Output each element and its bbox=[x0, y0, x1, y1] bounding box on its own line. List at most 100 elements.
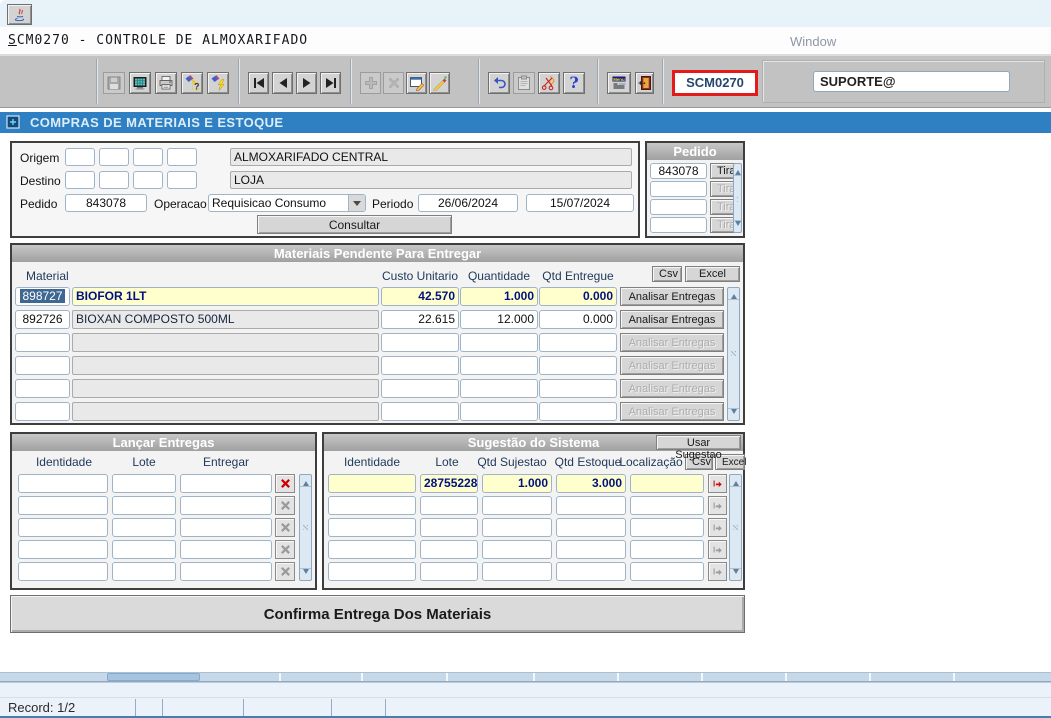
lancar-entregar[interactable] bbox=[180, 474, 272, 493]
material-code[interactable] bbox=[15, 402, 70, 421]
lancar-identidade[interactable] bbox=[18, 540, 108, 559]
materials-excel-button[interactable]: Excel bbox=[685, 266, 740, 282]
sugestao-identidade[interactable] bbox=[328, 540, 416, 559]
origem-field-1[interactable] bbox=[65, 148, 95, 166]
origem-field-3[interactable] bbox=[133, 148, 163, 166]
material-quantidade[interactable] bbox=[460, 379, 538, 398]
pedido-scrollbar[interactable] bbox=[733, 163, 742, 233]
sugestao-identidade[interactable] bbox=[328, 496, 416, 515]
execute-query-icon[interactable] bbox=[207, 72, 229, 94]
user-field[interactable]: SUPORTE@ bbox=[813, 71, 1010, 92]
analisar-entregas-button[interactable]: Analisar Entregas bbox=[620, 310, 724, 329]
sugestao-identidade[interactable] bbox=[328, 474, 416, 493]
lancar-lote[interactable] bbox=[112, 518, 176, 537]
origem-field-2[interactable] bbox=[99, 148, 129, 166]
sugestao-localizacao[interactable] bbox=[630, 496, 704, 515]
analisar-entregas-button[interactable]: Analisar Entregas bbox=[620, 287, 724, 306]
material-entregue[interactable] bbox=[539, 379, 617, 398]
sugestao-lote[interactable]: 28755228 bbox=[420, 474, 478, 493]
material-code[interactable]: 892726 bbox=[15, 310, 70, 329]
sugestao-qtd-estoque[interactable]: 3.000 bbox=[556, 474, 626, 493]
destino-field-2[interactable] bbox=[99, 171, 129, 189]
material-quantidade[interactable]: 12.000 bbox=[460, 310, 538, 329]
lancar-lote[interactable] bbox=[112, 474, 176, 493]
sugestao-localizacao[interactable] bbox=[630, 474, 704, 493]
lancar-identidade[interactable] bbox=[18, 562, 108, 581]
lancar-identidade[interactable] bbox=[18, 496, 108, 515]
lancar-identidade[interactable] bbox=[18, 474, 108, 493]
material-custo[interactable] bbox=[381, 333, 459, 352]
material-code[interactable] bbox=[15, 356, 70, 375]
cut-record-icon[interactable] bbox=[538, 72, 560, 94]
enter-query-icon[interactable]: ? bbox=[181, 72, 203, 94]
undo-icon[interactable] bbox=[488, 72, 510, 94]
sugestao-identidade[interactable] bbox=[328, 562, 416, 581]
lancar-scrollbar[interactable] bbox=[299, 474, 312, 581]
sugestao-identidade[interactable] bbox=[328, 518, 416, 537]
periodo-start-input[interactable]: 26/06/2024 bbox=[418, 194, 518, 212]
lancar-lote[interactable] bbox=[112, 496, 176, 515]
previous-record-icon[interactable] bbox=[272, 72, 293, 94]
material-quantidade[interactable] bbox=[460, 402, 538, 421]
first-record-icon[interactable] bbox=[248, 72, 269, 94]
sugestao-qtd-estoque[interactable] bbox=[556, 518, 626, 537]
exit-icon[interactable] bbox=[635, 72, 654, 94]
material-entregue[interactable] bbox=[539, 356, 617, 375]
material-quantidade[interactable] bbox=[460, 333, 538, 352]
lancar-lote[interactable] bbox=[112, 562, 176, 581]
material-entregue[interactable] bbox=[539, 402, 617, 421]
material-custo[interactable] bbox=[381, 402, 459, 421]
sugestao-lote[interactable] bbox=[420, 518, 478, 537]
apply-row-button[interactable] bbox=[708, 474, 727, 493]
print-icon[interactable] bbox=[155, 72, 177, 94]
material-custo[interactable] bbox=[381, 356, 459, 375]
material-entregue[interactable] bbox=[539, 333, 617, 352]
next-record-icon[interactable] bbox=[296, 72, 317, 94]
menu-icon[interactable]: Menu bbox=[607, 72, 631, 94]
sugestao-lote[interactable] bbox=[420, 562, 478, 581]
sugestao-lote[interactable] bbox=[420, 496, 478, 515]
periodo-end-input[interactable]: 15/07/2024 bbox=[526, 194, 634, 212]
sugestao-qtd-sujestao[interactable] bbox=[482, 540, 552, 559]
lancar-entregar[interactable] bbox=[180, 562, 272, 581]
lancar-lote[interactable] bbox=[112, 540, 176, 559]
sugestao-localizacao[interactable] bbox=[630, 518, 704, 537]
sugestao-localizacao[interactable] bbox=[630, 540, 704, 559]
pedido-numero-1[interactable]: 843078 bbox=[650, 163, 707, 179]
usar-sugestao-button[interactable]: Usar Sugestao bbox=[656, 435, 741, 450]
pedido-input[interactable]: 843078 bbox=[65, 194, 147, 212]
sugestao-localizacao[interactable] bbox=[630, 562, 704, 581]
lancar-entregar[interactable] bbox=[180, 540, 272, 559]
confirma-entrega-button[interactable]: Confirma Entrega Dos Materiais bbox=[10, 595, 745, 633]
sugestao-qtd-sujestao[interactable]: 1.000 bbox=[482, 474, 552, 493]
format-wand-icon[interactable] bbox=[429, 72, 450, 94]
sugestao-qtd-estoque[interactable] bbox=[556, 562, 626, 581]
destino-field-3[interactable] bbox=[133, 171, 163, 189]
destino-field-1[interactable] bbox=[65, 171, 95, 189]
java-coffee-icon[interactable] bbox=[7, 4, 32, 25]
last-record-icon[interactable] bbox=[320, 72, 341, 94]
menu-item-module[interactable]: SCM0270 - CONTROLE DE ALMOXARIFADO bbox=[8, 33, 308, 49]
material-code[interactable] bbox=[15, 333, 70, 352]
sugestao-qtd-sujestao[interactable] bbox=[482, 562, 552, 581]
material-quantidade[interactable] bbox=[460, 356, 538, 375]
lancar-entregar[interactable] bbox=[180, 518, 272, 537]
materials-csv-button[interactable]: Csv bbox=[652, 266, 682, 282]
lancar-entregar[interactable] bbox=[180, 496, 272, 515]
sugestao-qtd-estoque[interactable] bbox=[556, 540, 626, 559]
sugestao-scrollbar[interactable] bbox=[729, 474, 742, 581]
screen-icon[interactable] bbox=[129, 72, 151, 94]
material-custo[interactable]: 22.615 bbox=[381, 310, 459, 329]
material-code[interactable]: 898727 bbox=[15, 287, 70, 306]
sugestao-qtd-sujestao[interactable] bbox=[482, 496, 552, 515]
material-desc[interactable]: BIOFOR 1LT bbox=[72, 287, 379, 306]
lancar-identidade[interactable] bbox=[18, 518, 108, 537]
operacao-select[interactable]: Requisicao Consumo bbox=[208, 194, 366, 212]
origem-field-4[interactable] bbox=[167, 148, 197, 166]
consultar-button[interactable]: Consultar bbox=[257, 215, 452, 234]
pedido-numero-2[interactable] bbox=[650, 181, 707, 197]
material-entregue[interactable]: 0.000 bbox=[539, 287, 617, 306]
pedido-numero-3[interactable] bbox=[650, 199, 707, 215]
pedido-numero-4[interactable] bbox=[650, 217, 707, 233]
help-icon[interactable]: ? bbox=[563, 72, 585, 94]
